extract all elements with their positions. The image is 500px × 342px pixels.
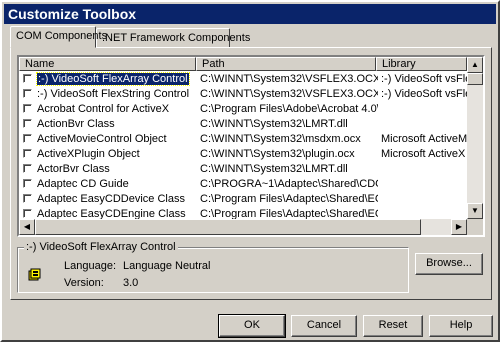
version-label: Version: (64, 277, 104, 289)
component-path: C:\WINNT\System32\LMRT.dll (200, 118, 348, 130)
component-checkbox[interactable] (23, 104, 32, 113)
component-path: C:\WINNT\System32\VSFLEX3.OCX (200, 73, 378, 85)
component-checkbox[interactable] (23, 134, 32, 143)
customize-toolbox-dialog: Customize Toolbox COM Components .NET Fr… (0, 0, 500, 342)
component-checkbox[interactable] (23, 149, 32, 158)
list-item[interactable]: Adaptec EasyCDDevice Class C:\Program Fil… (19, 192, 467, 207)
list-item[interactable]: :-) VideoSoft FlexArray Control C:\WINNT\… (19, 72, 467, 87)
component-path: C:\Program Files\Adobe\Acrobat 4.0\Acr..… (200, 103, 378, 115)
column-header-library[interactable]: Library (376, 57, 467, 71)
horizontal-scroll-thumb[interactable] (35, 219, 421, 235)
scrollbar-corner (467, 219, 483, 235)
component-path: C:\WINNT\System32\msdxm.ocx (200, 133, 361, 145)
vertical-scroll-thumb[interactable] (467, 73, 483, 85)
component-name: :-) VideoSoft FlexArray Control (36, 72, 190, 86)
tab-net-framework-components[interactable]: .NET Framework Components (96, 28, 250, 48)
horizontal-scrollbar[interactable]: ◀ ▶ (19, 219, 467, 235)
component-library: Microsoft ActiveM... (381, 133, 467, 145)
language-label: Language: (64, 260, 116, 272)
component-checkbox[interactable] (23, 74, 32, 83)
com-components-panel: Name Path Library :-) VideoSoft FlexArra… (10, 47, 492, 300)
component-icon (28, 268, 41, 281)
component-details-group: :-) VideoSoft FlexArray Control Language… (17, 241, 409, 293)
language-value: Language Neutral (123, 260, 211, 272)
cancel-button[interactable]: Cancel (291, 315, 357, 337)
list-item[interactable]: ActorBvr Class C:\WINNT\System32\LMRT.dll (19, 162, 467, 177)
component-checkbox[interactable] (23, 119, 32, 128)
tab-com-components[interactable]: COM Components (10, 26, 107, 48)
reset-button[interactable]: Reset (363, 315, 423, 337)
details-title: :-) VideoSoft FlexArray Control (24, 241, 178, 253)
component-library: Microsoft ActiveX ... (381, 148, 467, 160)
component-name: ActiveXPlugin Object (37, 148, 140, 160)
scroll-up-icon[interactable]: ▲ (467, 57, 483, 73)
component-path: C:\PROGRA~1\Adaptec\Shared\CDGuid... (200, 178, 378, 190)
component-name: ActorBvr Class (37, 163, 110, 175)
scroll-left-icon[interactable]: ◀ (19, 219, 35, 235)
column-header-path[interactable]: Path (196, 57, 376, 71)
help-button[interactable]: Help (429, 315, 493, 337)
component-library: :-) VideoSoft vsFle... (381, 73, 467, 85)
list-item[interactable]: ActiveXPlugin Object C:\WINNT\System32\pl… (19, 147, 467, 162)
component-name: :-) VideoSoft FlexString Control (37, 88, 190, 100)
components-list[interactable]: Name Path Library :-) VideoSoft FlexArra… (17, 55, 485, 237)
ok-button[interactable]: OK (218, 314, 286, 338)
list-item[interactable]: ActionBvr Class C:\WINNT\System32\LMRT.dl… (19, 117, 467, 132)
scroll-down-icon[interactable]: ▼ (467, 203, 483, 219)
scroll-right-icon[interactable]: ▶ (451, 219, 467, 235)
list-item[interactable]: Acrobat Control for ActiveX C:\Program Fi… (19, 102, 467, 117)
list-header: Name Path Library (19, 57, 467, 71)
window-title: Customize Toolbox (4, 4, 496, 24)
component-checkbox[interactable] (23, 89, 32, 98)
component-name: Adaptec EasyCDDevice Class (37, 193, 185, 205)
list-item[interactable]: ActiveMovieControl Object C:\WINNT\System… (19, 132, 467, 147)
component-checkbox[interactable] (23, 164, 32, 173)
browse-button[interactable]: Browse... (415, 253, 483, 275)
list-item[interactable]: Adaptec CD Guide C:\PROGRA~1\Adaptec\Shar… (19, 177, 467, 192)
component-checkbox[interactable] (23, 179, 32, 188)
component-name: Adaptec CD Guide (37, 178, 129, 190)
list-item[interactable]: :-) VideoSoft FlexString Control C:\WINNT… (19, 87, 467, 102)
component-path: C:\WINNT\System32\LMRT.dll (200, 163, 348, 175)
component-checkbox[interactable] (23, 194, 32, 203)
list-rows: :-) VideoSoft FlexArray Control C:\WINNT\… (19, 72, 467, 222)
component-name: Acrobat Control for ActiveX (37, 103, 170, 115)
component-checkbox[interactable] (23, 209, 32, 218)
vertical-scrollbar[interactable]: ▲ ▼ (467, 57, 483, 219)
column-header-name[interactable]: Name (19, 57, 196, 71)
version-value: 3.0 (123, 277, 139, 289)
component-path: C:\WINNT\System32\plugin.ocx (200, 148, 355, 160)
component-name: ActionBvr Class (37, 118, 115, 130)
component-library: :-) VideoSoft vsFle... (381, 88, 467, 100)
component-path: C:\Program Files\Adaptec\Shared\ECDC... (200, 193, 378, 205)
component-name: ActiveMovieControl Object (37, 133, 167, 145)
component-path: C:\WINNT\System32\VSFLEX3.OCX (200, 88, 378, 100)
